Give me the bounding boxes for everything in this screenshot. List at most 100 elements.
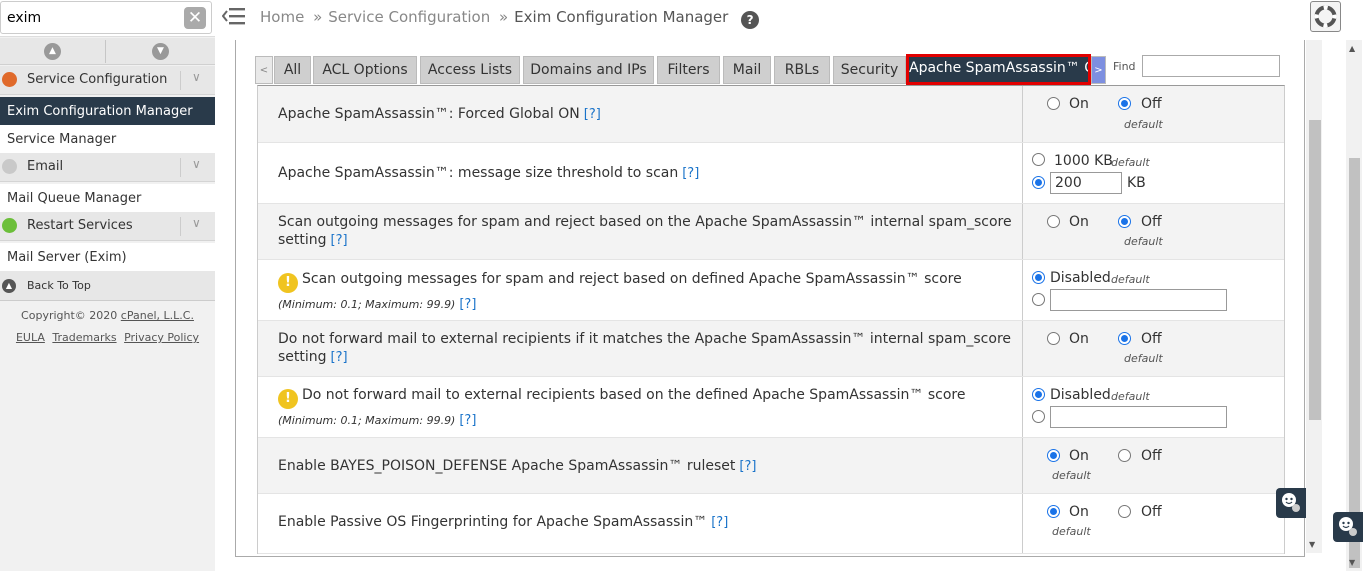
chevron-down-icon[interactable]: ∨ bbox=[192, 216, 201, 230]
page-scroll-thumb[interactable] bbox=[1349, 158, 1360, 568]
category-service-configuration[interactable]: Service Configuration ∨ bbox=[0, 66, 215, 95]
trademarks-link[interactable]: Trademarks bbox=[52, 331, 116, 344]
breadcrumb-home[interactable]: Home bbox=[260, 8, 304, 26]
help-link[interactable]: [?] bbox=[331, 350, 348, 365]
sidebar-item-label: Mail Server (Exim) bbox=[7, 250, 127, 265]
radio-on[interactable] bbox=[1047, 215, 1060, 228]
setting-row-scan-outgoing-defined: ! Scan outgoing messages for spam and rej… bbox=[258, 260, 1284, 321]
tab-acl-options[interactable]: ACL Options bbox=[313, 56, 417, 84]
radio-on[interactable] bbox=[1047, 505, 1060, 518]
tab-apache-spamassassin-options[interactable]: Apache SpamAssassin™ O bbox=[906, 54, 1091, 85]
tab-security[interactable]: Security bbox=[833, 56, 906, 84]
sidebar-item-service-manager[interactable]: Service Manager bbox=[0, 125, 215, 153]
help-icon[interactable]: ? bbox=[741, 11, 760, 29]
scroll-down-icon[interactable]: ▼ bbox=[1349, 558, 1355, 567]
option-label-off: Off bbox=[1141, 504, 1162, 520]
radio-on[interactable] bbox=[1047, 449, 1060, 462]
warning-icon: ! bbox=[278, 389, 298, 409]
radio-custom-size[interactable] bbox=[1032, 176, 1045, 189]
clear-search-icon[interactable]: ✕ bbox=[184, 7, 206, 29]
chevron-down-icon[interactable]: ∨ bbox=[192, 157, 201, 171]
setting-row-passive-os-fingerprinting: Enable Passive OS Fingerprinting for Apa… bbox=[258, 494, 1284, 554]
radio-1000kb[interactable] bbox=[1032, 153, 1045, 166]
setting-text: Enable BAYES_POISON_DEFENSE Apache SpamA… bbox=[278, 458, 736, 474]
setting-row-bayes-poison-defense: Enable BAYES_POISON_DEFENSE Apache SpamA… bbox=[258, 438, 1284, 494]
setting-text: Do not forward mail to external recipien… bbox=[302, 387, 966, 403]
option-label-on: On bbox=[1069, 448, 1089, 464]
support-button[interactable] bbox=[1310, 1, 1341, 32]
sidebar-item-mail-server-exim[interactable]: Mail Server (Exim) bbox=[0, 243, 215, 271]
sidebar-item-exim-configuration-manager[interactable]: Exim Configuration Manager bbox=[0, 97, 215, 125]
expand-all-icon[interactable]: ▼ bbox=[152, 43, 169, 60]
help-link[interactable]: [?] bbox=[682, 166, 699, 181]
scroll-down-icon[interactable]: ▼ bbox=[1309, 540, 1315, 549]
radio-disabled[interactable] bbox=[1032, 388, 1045, 401]
radio-disabled[interactable] bbox=[1032, 271, 1045, 284]
setting-text: Apache SpamAssassin™: message size thres… bbox=[278, 165, 679, 181]
radio-off[interactable] bbox=[1118, 449, 1131, 462]
score-input[interactable] bbox=[1050, 406, 1227, 428]
category-email[interactable]: Email ∨ bbox=[0, 153, 215, 182]
tab-bar: < All ACL Options Access Lists Domains a… bbox=[255, 54, 1106, 86]
breadcrumb-service-configuration[interactable]: Service Configuration bbox=[328, 8, 490, 26]
scroll-up-icon[interactable]: ▲ bbox=[1349, 44, 1355, 53]
sidebar-item-label: Mail Queue Manager bbox=[7, 191, 142, 206]
setting-text: Do not forward mail to external recipien… bbox=[278, 331, 1012, 365]
help-link[interactable]: [?] bbox=[711, 515, 728, 530]
breadcrumb: Home » Service Configuration » Exim Config… bbox=[260, 8, 760, 29]
radio-off[interactable] bbox=[1118, 215, 1131, 228]
score-input[interactable] bbox=[1050, 289, 1227, 311]
radio-custom-score[interactable] bbox=[1032, 410, 1045, 423]
tab-access-lists[interactable]: Access Lists bbox=[420, 56, 520, 84]
sidebar-item-mail-queue-manager[interactable]: Mail Queue Manager bbox=[0, 184, 215, 212]
setting-label: Enable Passive OS Fingerprinting for Apa… bbox=[278, 513, 1018, 532]
radio-off[interactable] bbox=[1118, 505, 1131, 518]
back-to-top[interactable]: ▲ Back To Top bbox=[0, 271, 215, 301]
tab-mail[interactable]: Mail bbox=[723, 56, 771, 84]
help-link[interactable]: [?] bbox=[459, 297, 476, 312]
option-label-on: On bbox=[1069, 331, 1089, 347]
chat-button[interactable] bbox=[1333, 512, 1363, 542]
category-label: Service Configuration bbox=[27, 72, 168, 87]
category-restart-services[interactable]: Restart Services ∨ bbox=[0, 212, 215, 241]
tab-scroll-right-button[interactable]: > bbox=[1091, 56, 1106, 84]
help-link[interactable]: [?] bbox=[459, 413, 476, 428]
menu-toggle-icon[interactable] bbox=[222, 6, 246, 26]
radio-off[interactable] bbox=[1118, 332, 1131, 345]
page-scrollbar[interactable]: ▲ ▼ bbox=[1346, 40, 1362, 571]
tab-rbls[interactable]: RBLs bbox=[774, 56, 830, 84]
eula-link[interactable]: EULA bbox=[16, 331, 45, 344]
chat-button[interactable] bbox=[1276, 488, 1306, 518]
radio-custom-score[interactable] bbox=[1032, 293, 1045, 306]
radio-off[interactable] bbox=[1118, 97, 1131, 110]
divider bbox=[105, 40, 106, 63]
help-link[interactable]: [?] bbox=[739, 459, 756, 474]
cpanel-link[interactable]: cPanel, L.L.C. bbox=[121, 309, 194, 322]
divider bbox=[1022, 494, 1023, 553]
help-link[interactable]: [?] bbox=[584, 107, 601, 122]
radio-on[interactable] bbox=[1047, 332, 1060, 345]
collapse-all-icon[interactable]: ▲ bbox=[44, 43, 61, 60]
arrow-up-icon: ▲ bbox=[2, 279, 16, 293]
panel-scroll-thumb[interactable] bbox=[1309, 120, 1321, 420]
search-input[interactable] bbox=[0, 1, 212, 34]
chat-icon bbox=[1282, 493, 1300, 512]
size-threshold-input[interactable]: 200 bbox=[1050, 172, 1122, 194]
tab-all[interactable]: All bbox=[274, 56, 311, 84]
tab-domains-and-ips[interactable]: Domains and IPs bbox=[523, 56, 654, 84]
panel-scrollbar[interactable]: ▼ bbox=[1306, 40, 1322, 553]
privacy-policy-link[interactable]: Privacy Policy bbox=[124, 331, 199, 344]
find-input[interactable] bbox=[1142, 55, 1280, 77]
radio-on[interactable] bbox=[1047, 97, 1060, 110]
tab-scroll-left-button[interactable]: < bbox=[255, 56, 273, 84]
category-label: Restart Services bbox=[27, 218, 133, 233]
tab-filters[interactable]: Filters bbox=[657, 56, 720, 84]
sidebar-item-label: Service Manager bbox=[7, 132, 117, 147]
chevron-down-icon[interactable]: ∨ bbox=[192, 70, 201, 84]
size-unit: KB bbox=[1127, 175, 1146, 191]
setting-row-size-threshold: Apache SpamAssassin™: message size thres… bbox=[258, 143, 1284, 204]
setting-label: Do not forward mail to external recipien… bbox=[278, 330, 1018, 367]
help-link[interactable]: [?] bbox=[331, 233, 348, 248]
divider bbox=[1022, 321, 1023, 376]
warning-icon: ! bbox=[278, 273, 298, 293]
